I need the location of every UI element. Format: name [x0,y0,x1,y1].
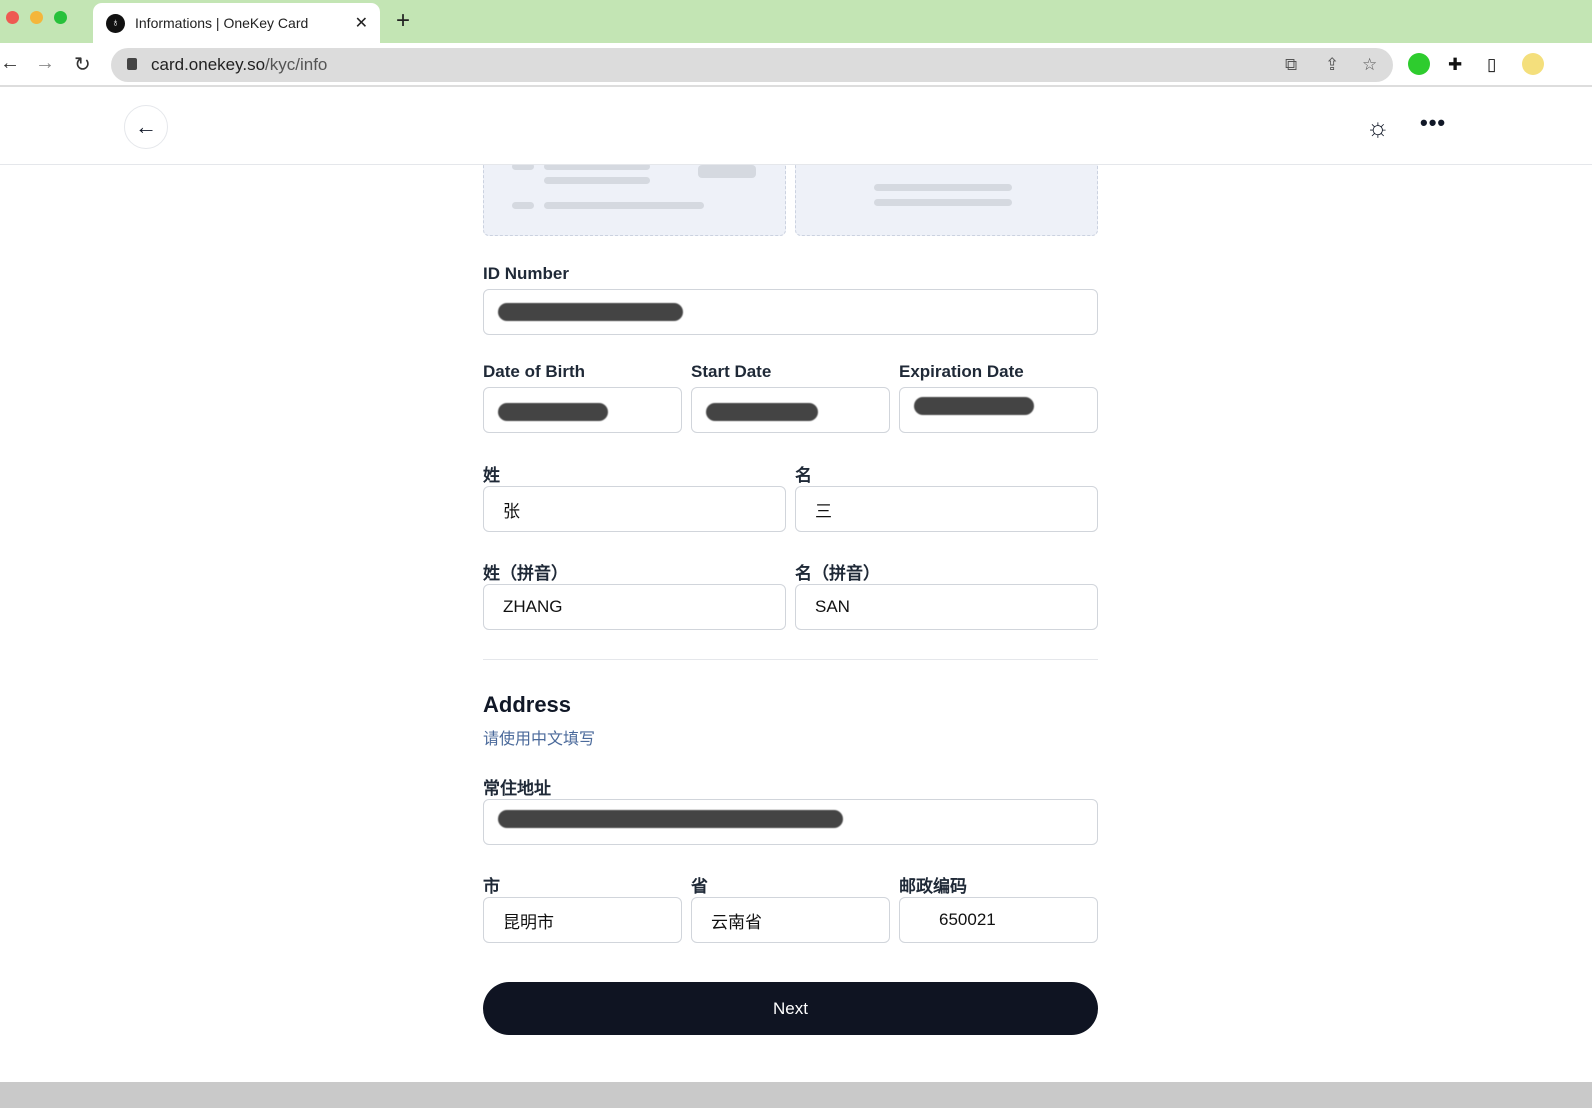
close-window-button[interactable] [6,11,19,24]
browser-tab[interactable]: ♁ Informations | OneKey Card ✕ [93,3,380,43]
redaction-mark [498,403,608,421]
address-bar[interactable]: card.onekey.so/kyc/info [111,48,1393,82]
close-tab-icon[interactable]: ✕ [355,13,368,33]
arrow-left-icon: ← [135,114,157,139]
surname-input[interactable]: 张 [483,486,786,532]
next-button[interactable]: Next [483,982,1098,1035]
start-date-label: Start Date [691,362,772,381]
onekey-favicon-icon: ♁ [106,13,125,33]
address-hint: 请使用中文填写 [483,731,596,748]
surname-pinyin-label: 姓（拼音） [483,564,568,583]
address-title: Address [483,692,572,717]
city-input[interactable]: 昆明市 [483,897,682,943]
profile-avatar[interactable] [1522,53,1544,75]
redaction-mark [498,810,843,828]
redaction-mark [914,397,1034,415]
onekey-extension-icon[interactable] [1408,53,1430,75]
given-name-label: 名 [795,466,812,485]
redaction-mark [498,303,683,321]
more-options-icon[interactable]: ••• [1420,110,1446,136]
given-name-input[interactable]: 三 [795,486,1098,532]
back-button[interactable]: ← [124,105,168,149]
province-input[interactable]: 云南省 [691,897,890,943]
new-tab-button[interactable]: + [396,7,410,35]
translate-icon[interactable]: ⧉ [1285,55,1297,75]
reload-icon[interactable]: ↻ [74,52,91,77]
browser-tab-bar: ♁ Informations | OneKey Card ✕ + [0,0,1592,43]
lock-icon [127,58,137,70]
surname-pinyin-input[interactable]: ZHANG [483,584,786,630]
url-host: card.onekey.so [151,55,266,74]
given-pinyin-label: 名（拼音） [795,564,880,583]
forward-nav-icon[interactable]: → [35,52,55,75]
residence-label: 常住地址 [483,779,551,798]
dob-label: Date of Birth [483,362,585,381]
id-number-input[interactable] [483,289,1098,335]
page-header: ← ☼ ••• [0,88,1592,165]
start-date-input[interactable] [691,387,890,433]
province-label: 省 [691,877,708,896]
window-bottom-edge [0,1082,1592,1108]
postal-code-label: 邮政编码 [899,877,967,896]
browser-toolbar: ← → ↻ card.onekey.so/kyc/info ⧉ ⇪ ☆ ✚ ▯ [0,43,1592,87]
bookmark-star-icon[interactable]: ☆ [1362,55,1377,75]
id-number-label: ID Number [483,264,569,283]
dob-input[interactable] [483,387,682,433]
expiration-date-input[interactable] [899,387,1098,433]
share-icon[interactable]: ⇪ [1325,55,1339,75]
surname-label: 姓 [483,466,500,485]
postal-code-input[interactable]: 650021 [899,897,1098,943]
url-path: /kyc/info [265,55,328,74]
side-panel-icon[interactable]: ▯ [1487,55,1496,75]
maximize-window-button[interactable] [54,11,67,24]
given-pinyin-input[interactable]: SAN [795,584,1098,630]
back-nav-icon[interactable]: ← [0,52,20,75]
extensions-puzzle-icon[interactable]: ✚ [1448,55,1462,75]
residence-input[interactable] [483,799,1098,845]
expiration-date-label: Expiration Date [899,362,1024,381]
city-label: 市 [483,877,500,896]
divider [483,659,1098,660]
theme-toggle-sun-icon[interactable]: ☼ [1366,112,1390,143]
minimize-window-button[interactable] [30,11,43,24]
redaction-mark [706,403,818,421]
tab-title: Informations | OneKey Card [135,15,309,31]
